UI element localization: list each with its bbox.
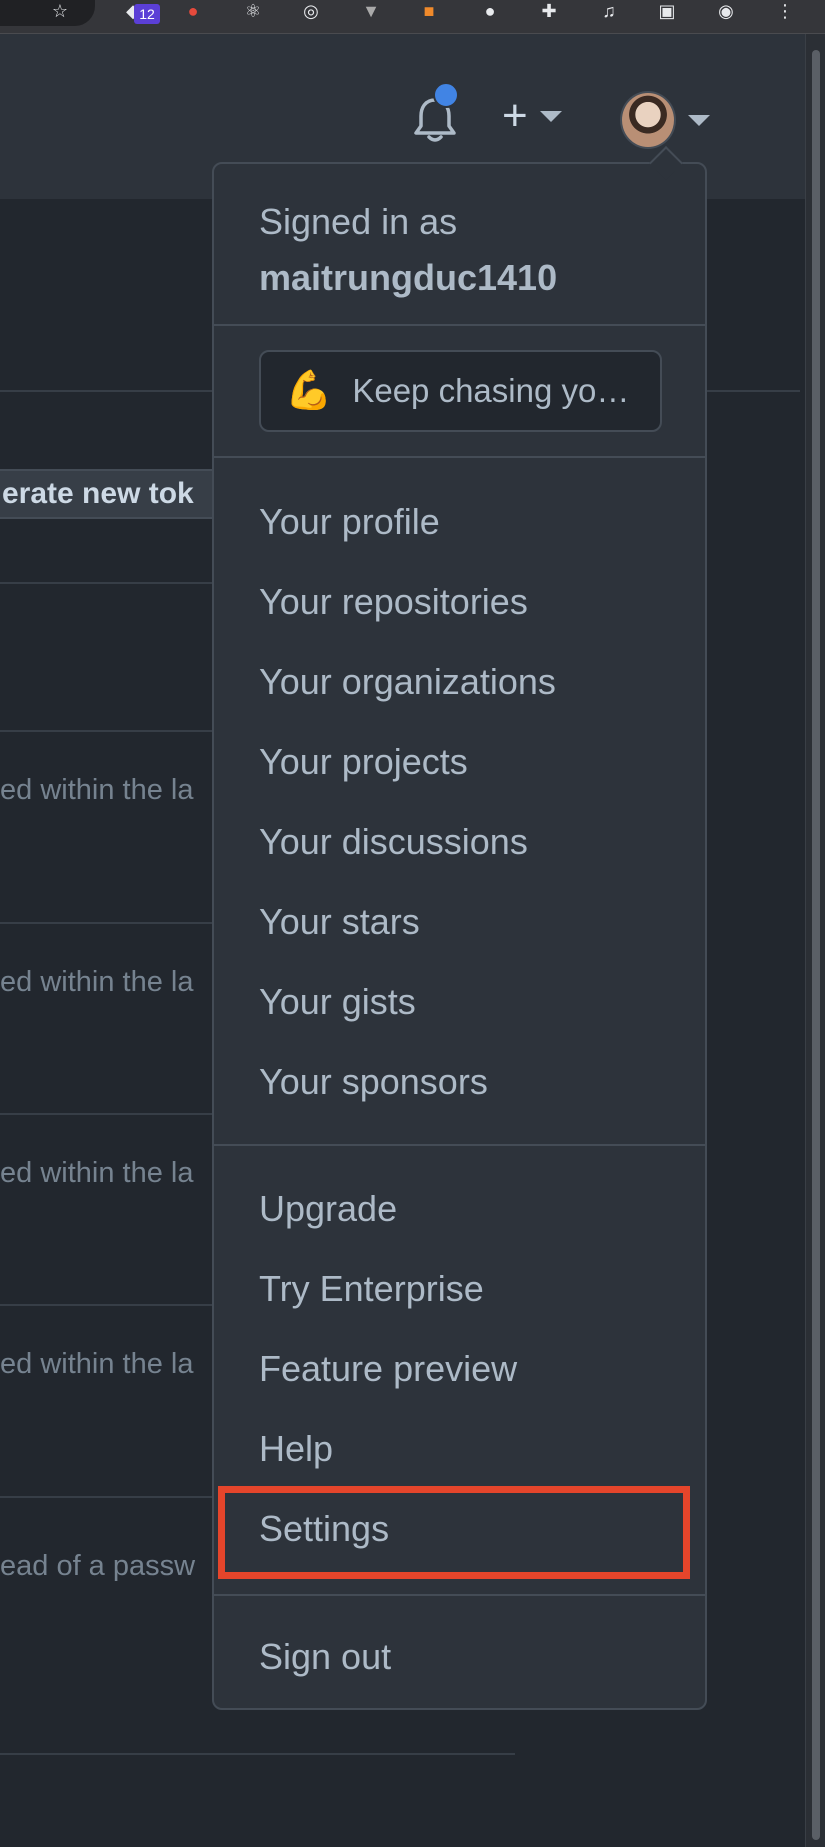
signed-in-label: Signed in as: [259, 201, 458, 242]
menu-your-profile[interactable]: Your profile: [259, 495, 440, 549]
status-text: Keep chasing yo…: [352, 372, 630, 409]
token-row-text: ead of a passw: [0, 1550, 196, 1582]
section-divider: [0, 1304, 230, 1306]
puzzle-extensions-icon[interactable]: ✚: [534, 0, 564, 22]
avatar: [620, 91, 676, 149]
token-row-text: ed within the la: [0, 966, 194, 998]
menu-try-enterprise[interactable]: Try Enterprise: [259, 1262, 484, 1316]
section-divider: [0, 730, 230, 732]
atom-extension-icon[interactable]: ⚛: [238, 0, 268, 22]
menu-your-organizations[interactable]: Your organizations: [259, 655, 556, 709]
location-extension-icon[interactable]: ▼: [356, 0, 386, 22]
section-divider: [0, 582, 230, 584]
menu-divider: [214, 1144, 705, 1146]
menu-your-discussions[interactable]: Your discussions: [259, 815, 528, 869]
signed-in-header: Signed in as maitrungduc1410: [259, 194, 557, 306]
set-status-button[interactable]: 💪 Keep chasing yo…: [259, 350, 662, 432]
menu-divider: [214, 324, 705, 326]
window-icon[interactable]: ▣: [652, 0, 682, 22]
username[interactable]: maitrungduc1410: [259, 250, 557, 306]
token-row-text: ed within the la: [0, 1348, 194, 1380]
menu-divider: [214, 1594, 705, 1596]
unread-notification-dot: [433, 82, 459, 108]
caret-down-icon: [688, 114, 710, 126]
section-divider: [0, 922, 230, 924]
menu-your-repositories[interactable]: Your repositories: [259, 575, 528, 629]
caret-down-icon: [539, 110, 562, 122]
menu-help[interactable]: Help: [259, 1422, 333, 1476]
extension-red-icon[interactable]: ●: [178, 0, 208, 22]
orange-extension-icon[interactable]: ■: [414, 0, 444, 22]
menu-divider: [214, 456, 705, 458]
create-new-button[interactable]: +: [502, 91, 582, 140]
target-extension-icon[interactable]: ◎: [296, 0, 326, 22]
notifications-button[interactable]: [413, 82, 459, 144]
scrollbar-thumb[interactable]: [812, 50, 820, 1840]
browser-toolbar: ☆ ◆ 12 ● ⚛ ◎ ▼ ■ ● ✚ ♫ ▣ ◉ ⋮: [0, 0, 825, 34]
user-menu-button[interactable]: [620, 90, 710, 150]
browser-menu-icon[interactable]: ⋮: [770, 0, 800, 22]
menu-your-projects[interactable]: Your projects: [259, 735, 468, 789]
menu-your-stars[interactable]: Your stars: [259, 895, 420, 949]
menu-upgrade[interactable]: Upgrade: [259, 1182, 397, 1236]
token-row-text: ed within the la: [0, 1157, 194, 1189]
generate-new-token-button[interactable]: erate new tok: [0, 469, 220, 519]
dark-extension-icon[interactable]: ●: [475, 0, 505, 22]
section-divider: [0, 1753, 515, 1755]
screen: ☆ ◆ 12 ● ⚛ ◎ ▼ ■ ● ✚ ♫ ▣ ◉ ⋮ + erate new…: [0, 0, 825, 1847]
menu-your-gists[interactable]: Your gists: [259, 975, 416, 1029]
browser-profile-icon[interactable]: ◉: [706, 0, 746, 22]
extension-badge: 12: [134, 4, 160, 24]
settings-highlight-box: [218, 1486, 690, 1579]
page-scrollbar[interactable]: [805, 34, 825, 1847]
token-row-text: ed within the la: [0, 774, 194, 806]
bookmark-star-icon[interactable]: ☆: [40, 0, 80, 22]
plus-icon: +: [502, 91, 528, 140]
menu-your-sponsors[interactable]: Your sponsors: [259, 1055, 488, 1109]
flexed-biceps-icon: 💪: [285, 370, 333, 412]
section-divider: [0, 1496, 230, 1498]
media-control-icon[interactable]: ♫: [594, 0, 624, 22]
user-dropdown-menu: Signed in as maitrungduc1410 💪 Keep chas…: [212, 146, 707, 1710]
section-divider: [0, 1113, 230, 1115]
menu-sign-out[interactable]: Sign out: [259, 1630, 391, 1684]
menu-feature-preview[interactable]: Feature preview: [259, 1342, 517, 1396]
